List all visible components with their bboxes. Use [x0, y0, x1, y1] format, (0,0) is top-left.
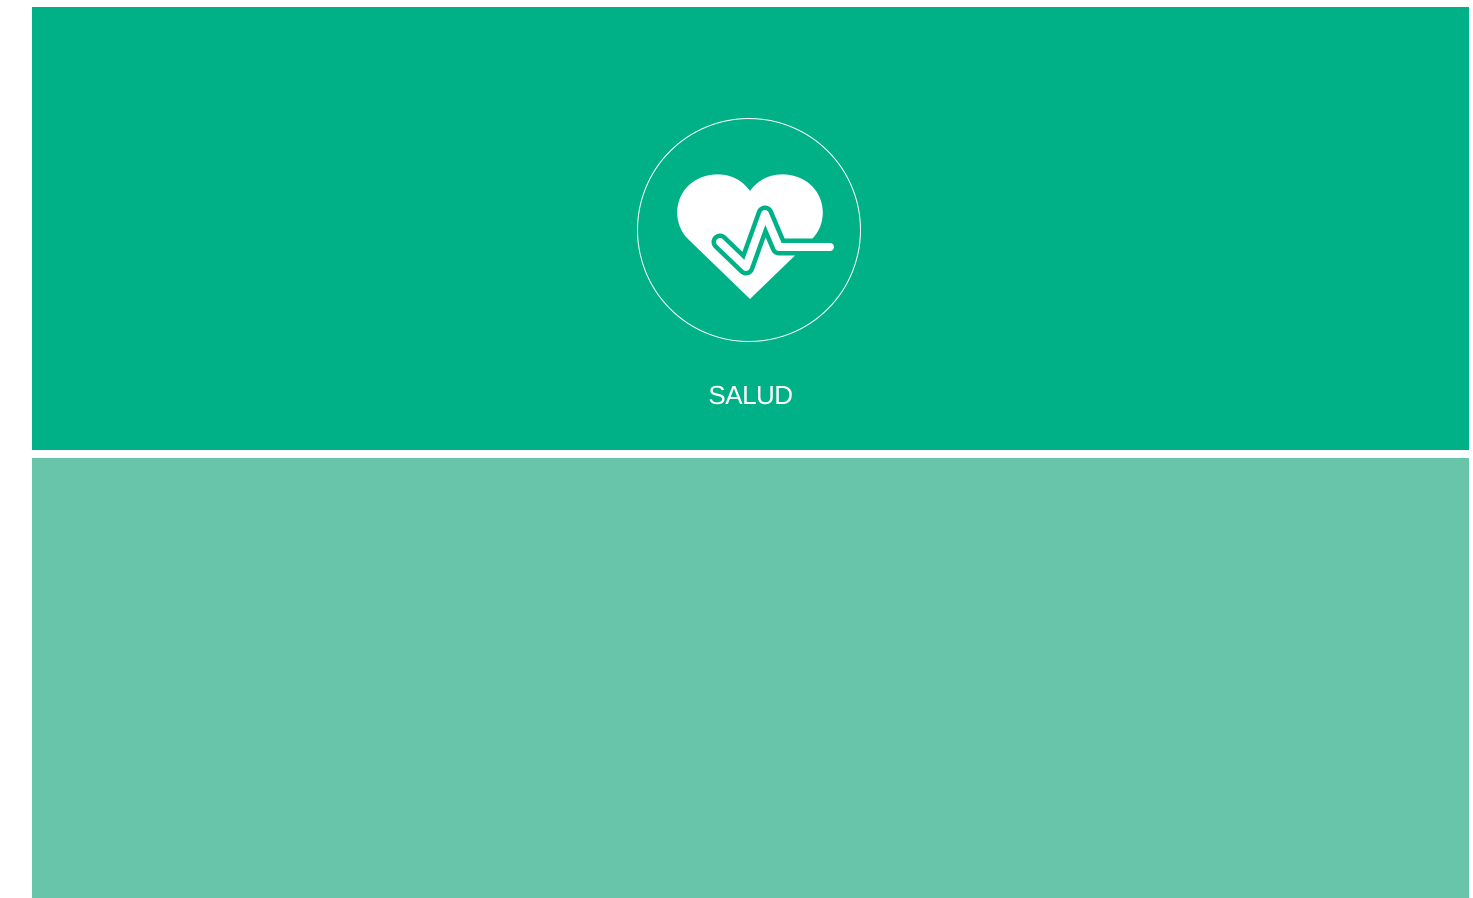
category-label: SALUD — [708, 380, 793, 410]
icon-circle — [637, 118, 861, 342]
secondary-panel — [32, 458, 1469, 898]
page: SALUD — [0, 0, 1473, 898]
salud-category-tile[interactable]: SALUD — [32, 7, 1469, 450]
heart-pulse-icon — [677, 174, 843, 299]
